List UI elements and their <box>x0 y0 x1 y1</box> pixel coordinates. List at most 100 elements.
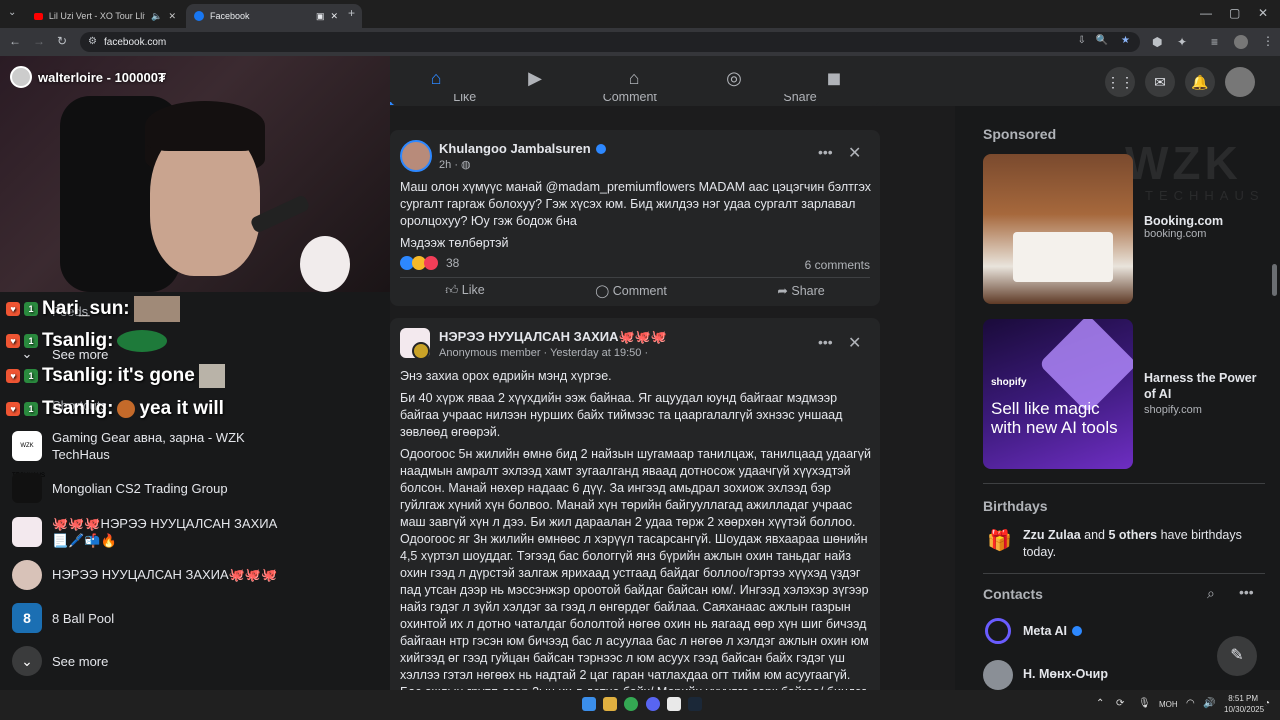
sidebar-item-cs2[interactable]: Mongolian CS2 Trading Group <box>12 473 382 503</box>
group-name[interactable]: НЭРЭЭ НУУЦАЛСАН ЗАХИА🐙🐙🐙 <box>439 329 667 345</box>
author-name[interactable]: Khulangoo Jambalsuren <box>439 141 591 156</box>
reading-list-icon[interactable]: ≡ <box>1211 35 1218 49</box>
contact-avatar[interactable] <box>983 660 1013 690</box>
contact-name[interactable]: Н. Мөнх-Очир <box>1023 667 1108 681</box>
post-paragraph: Би 40 хүрж яваа 2 хүүхдийн ээж байнаа. Я… <box>400 391 843 439</box>
chrome-icon[interactable] <box>624 697 638 711</box>
sidebar-item-8ball[interactable]: 8 8 Ball Pool <box>12 603 382 633</box>
booking-ad-image[interactable] <box>983 154 1133 304</box>
plush-toy <box>300 236 350 292</box>
post-paragraph: Энэ захиа орох өдрийн мэнд хүргэе. <box>400 369 612 383</box>
extension-icon[interactable]: ⬢ <box>1152 35 1162 49</box>
tab-search-icon[interactable]: ⌄ <box>8 7 16 18</box>
sidebar-item-secret-letter[interactable]: 🐙🐙🐙НЭРЭЭ НУУЦАЛСАН ЗАХИА📃🖊️📬🔥 <box>12 515 382 549</box>
close-window-icon[interactable]: ✕ <box>1258 6 1268 20</box>
scrollbar-thumb[interactable] <box>1272 264 1277 296</box>
sync-icon[interactable]: ⟳ <box>1116 698 1124 709</box>
tab-youtube[interactable]: Lil Uzi Vert - XO Tour Llif3 ( 🔈 ✕ <box>26 4 184 28</box>
comment-icon: ◯ <box>595 284 613 298</box>
clock-time: 8:51 PM <box>1228 694 1258 703</box>
author-avatar[interactable] <box>400 140 432 172</box>
reaction-count[interactable]: 38 <box>446 256 459 270</box>
watermark-sub: TECHHAUS <box>1145 188 1265 203</box>
heart-badge-icon: ♥ <box>6 302 20 316</box>
post-time[interactable]: 2h <box>439 159 451 171</box>
tray-chevron-icon[interactable]: ⌃ <box>1096 698 1104 709</box>
app-icon[interactable] <box>667 697 681 711</box>
ad-name[interactable]: Booking.com <box>1144 214 1223 228</box>
audio-icon[interactable]: 🔈 <box>151 11 162 22</box>
gaming-icon[interactable]: ◼ <box>821 68 847 94</box>
minimize-icon[interactable]: — <box>1200 6 1212 20</box>
menu-kebab-icon[interactable]: ⋮ <box>1262 34 1274 48</box>
browser-toolbar: ← → ↻ ⚙ facebook.com ★ 🔍 ⇩ ⬢ ✦ ≡ ⋮ <box>0 28 1280 56</box>
file-explorer-icon[interactable] <box>603 697 617 711</box>
close-tab-icon[interactable]: ✕ <box>168 11 176 22</box>
chevron-down-icon: ⌄ <box>12 646 42 676</box>
cast-icon[interactable]: ▣ <box>316 11 325 22</box>
share-button[interactable]: Share <box>783 94 816 104</box>
see-more-bottom[interactable]: ⌄ See more <box>12 646 382 676</box>
address-bar[interactable]: ⚙ facebook.com ★ 🔍 ⇩ <box>80 32 1140 52</box>
account-avatar[interactable] <box>1225 67 1255 97</box>
groups-icon[interactable]: ◎ <box>721 68 747 94</box>
close-icon[interactable]: ✕ <box>848 143 861 163</box>
back-icon[interactable]: ← <box>9 34 21 48</box>
video-icon[interactable]: ▶ <box>522 68 548 94</box>
start-menu-icon[interactable] <box>582 697 596 711</box>
chat-user: Tsanlig: <box>42 365 114 386</box>
bookmark-star-icon[interactable]: ★ <box>1121 35 1130 46</box>
marketplace-icon[interactable]: ⌂ <box>621 68 647 94</box>
microphone-icon[interactable]: 🎙 <box>1138 698 1151 709</box>
ad-name[interactable]: Harness the Power of AI <box>1144 370 1269 402</box>
sidebar-item-secret-letter-2[interactable]: НЭРЭЭ НУУЦАЛСАН ЗАХИА🐙🐙🐙 <box>12 560 382 590</box>
reload-icon[interactable]: ↻ <box>57 34 67 48</box>
sidebar-item-label: НЭРЭЭ НУУЦАЛСАН ЗАХИА🐙🐙🐙 <box>52 567 278 582</box>
sidebar-item-wzk[interactable]: WZK TECHHAUS Gaming Gear авна, зарна - W… <box>12 429 382 479</box>
birthdays-heading: Birthdays <box>983 498 1048 514</box>
like-button[interactable]: 👍︎ Like <box>445 283 484 298</box>
love-reaction-icon <box>424 256 438 270</box>
profile-avatar[interactable] <box>1234 35 1248 49</box>
discord-icon[interactable] <box>646 697 660 711</box>
like-button[interactable]: Like <box>453 94 476 104</box>
notification-bell-icon[interactable]: ◔ <box>1264 698 1270 709</box>
steam-icon[interactable] <box>688 697 702 711</box>
clock[interactable]: 8:51 PM 10/30/2025 <box>1224 693 1264 715</box>
birthday-text[interactable]: Zzu Zulaa and 5 others have birthdays to… <box>1023 527 1263 561</box>
site-info-icon[interactable]: ⚙ <box>88 36 97 47</box>
notifications-icon[interactable]: 🔔 <box>1185 67 1215 97</box>
close-icon[interactable]: ✕ <box>848 333 861 353</box>
post-meta[interactable]: Anonymous member · Yesterday at 19:50 · <box>439 347 648 359</box>
search-icon[interactable]: ⌕ <box>1207 585 1215 602</box>
install-icon[interactable]: ⇩ <box>1078 35 1086 46</box>
language-indicator[interactable]: МОН <box>1159 700 1178 709</box>
contact-name[interactable]: Meta AI <box>1023 624 1067 638</box>
new-tab-icon[interactable]: + <box>348 6 355 20</box>
volume-icon[interactable]: 🔊 <box>1203 698 1215 709</box>
rank-badge-icon: 1 <box>24 369 38 383</box>
close-tab-icon[interactable]: ✕ <box>331 11 339 22</box>
shopify-ad-image[interactable]: shopify Sell like magic with new AI tool… <box>983 319 1133 469</box>
extensions-puzzle-icon[interactable]: ✦ <box>1177 35 1187 49</box>
comment-button[interactable]: Comment <box>603 94 657 104</box>
new-message-icon[interactable]: ✎ <box>1217 636 1257 676</box>
tab-facebook[interactable]: Facebook ▣ ✕ <box>186 4 362 28</box>
comment-button[interactable]: ◯ Comment <box>595 283 667 298</box>
menu-grid-icon[interactable]: ⋮⋮ <box>1105 67 1135 97</box>
comment-count[interactable]: 6 comments <box>805 258 870 272</box>
maximize-icon[interactable]: ▢ <box>1229 6 1240 20</box>
sidebar-item-label: 🐙🐙🐙НЭРЭЭ НУУЦАЛСАН ЗАХИА📃🖊️📬🔥 <box>52 516 278 548</box>
home-icon[interactable]: ⌂ <box>423 68 449 94</box>
wifi-icon[interactable]: ◠ <box>1186 698 1195 709</box>
zoom-icon[interactable]: 🔍 <box>1096 35 1108 46</box>
more-options-icon[interactable]: ••• <box>1239 584 1254 600</box>
share-icon: ➦ <box>777 284 792 298</box>
messenger-icon[interactable]: ✉ <box>1145 67 1175 97</box>
forward-icon[interactable]: → <box>33 34 45 48</box>
emote-image <box>133 296 180 322</box>
share-button[interactable]: ➦ Share <box>777 283 824 298</box>
post-card: НЭРЭЭ НУУЦАЛСАН ЗАХИА🐙🐙🐙 Anonymous membe… <box>390 318 880 690</box>
more-options-icon[interactable]: ••• <box>818 144 833 160</box>
more-options-icon[interactable]: ••• <box>818 334 833 350</box>
